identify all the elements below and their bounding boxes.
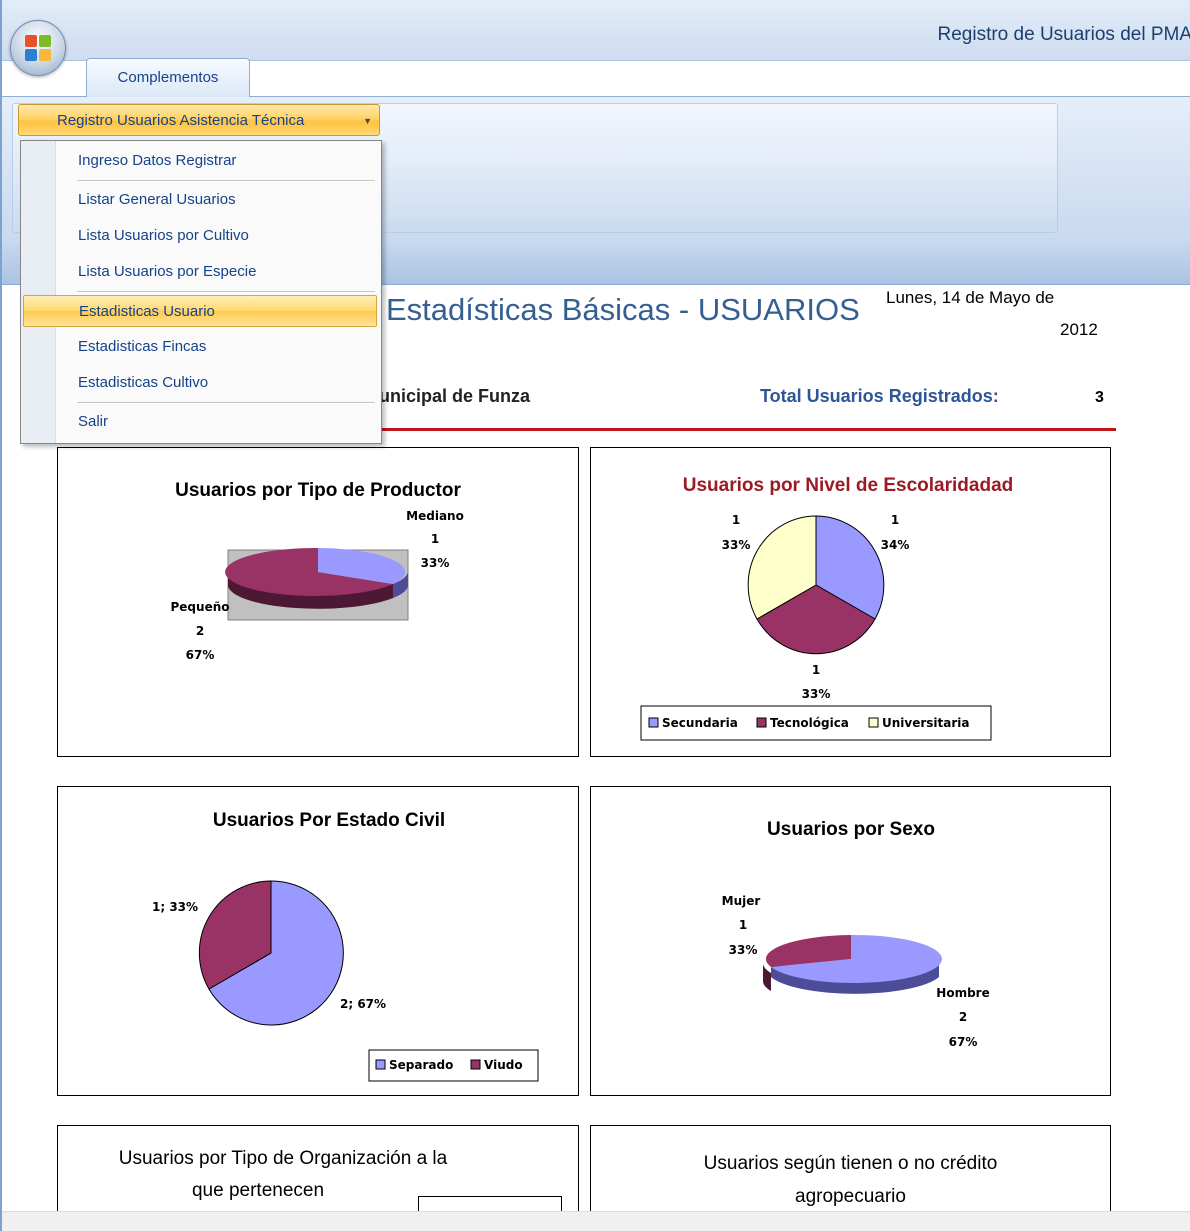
title-bar: Registro de Usuarios del PMA <box>2 0 1190 61</box>
legend-swatch-viudo <box>470 1059 481 1070</box>
label-hombre-value: 2 <box>959 1010 967 1024</box>
legend-secundaria: Secundaria <box>662 716 738 730</box>
legend-separado: Separado <box>389 1058 453 1072</box>
label-mediano-name: Mediano <box>406 509 464 523</box>
label-universitaria-percent: 33% <box>722 538 751 552</box>
menu-item-estadisticas-fincas[interactable]: Estadisticas Fincas <box>23 331 377 363</box>
report-date-line1: Lunes, 14 de Mayo de <box>886 288 1055 307</box>
total-usuarios-label: Total Usuarios Registrados: <box>760 386 999 406</box>
chart-sexo: Usuarios por Sexo Mujer 1 33% Hombre 2 6… <box>590 786 1111 1096</box>
registro-dropdown-button[interactable]: Registro Usuarios Asistencia Técnica ▼ <box>18 104 380 136</box>
chart-tipo-productor: Usuarios por Tipo de Productor Mediano 1… <box>57 447 579 757</box>
label-separado: 2; 67% <box>340 997 386 1011</box>
total-usuarios-value: 3 <box>1095 389 1104 406</box>
dropdown-menu: Ingreso Datos Registrar Listar General U… <box>20 140 382 444</box>
legend-swatch-separado <box>375 1059 386 1070</box>
label-pequeno-value: 2 <box>196 624 204 638</box>
bottom-strip <box>2 1211 1190 1231</box>
legend: Separado Viudo <box>368 1049 539 1082</box>
pie-3d <box>225 547 408 609</box>
chart-title-line2: agropecuario <box>795 1186 906 1207</box>
legend-universitaria: Universitaria <box>882 716 970 730</box>
office-button[interactable] <box>10 20 66 76</box>
chart-estado-civil: Usuarios Por Estado Civil 1; 33% 2; 67% … <box>57 786 579 1096</box>
menu-separator <box>77 180 375 182</box>
tab-complementos[interactable]: Complementos <box>86 58 250 97</box>
label-mujer-name: Mujer <box>722 894 761 908</box>
menu-item-listar-general[interactable]: Listar General Usuarios <box>23 184 377 216</box>
chart-title: Usuarios por Sexo <box>767 819 935 840</box>
office-logo-icon <box>25 35 51 61</box>
app-window: Registro de Usuarios del PMA Complemento… <box>0 0 1190 1231</box>
label-universitaria-value: 1 <box>732 513 740 527</box>
legend-swatch-universitaria <box>868 717 879 728</box>
report-date-line2: 2012 <box>1060 320 1098 339</box>
pie-3d <box>763 934 942 994</box>
pie <box>198 880 344 1026</box>
label-tecnologica-value: 1 <box>812 663 820 677</box>
label-secundaria-value: 1 <box>891 513 899 527</box>
label-pequeno-name: Pequeño <box>171 600 230 614</box>
label-tecnologica-percent: 33% <box>802 687 831 701</box>
label-hombre-name: Hombre <box>936 986 989 1000</box>
menu-item-estadisticas-cultivo[interactable]: Estadisticas Cultivo <box>23 367 377 399</box>
label-mujer-percent: 33% <box>729 943 758 957</box>
legend-viudo: Viudo <box>484 1058 523 1072</box>
pie <box>747 515 885 655</box>
legend-swatch-secundaria <box>648 717 659 728</box>
menu-separator <box>77 291 375 293</box>
report-title: Estadísticas Básicas - USUARIOS <box>386 292 860 327</box>
chart-title-line1: Usuarios según tienen o no crédito <box>703 1153 998 1174</box>
menu-item-lista-especie[interactable]: Lista Usuarios por Especie <box>23 256 377 288</box>
chart-title: Usuarios por Nivel de Escolaridadad <box>683 475 1014 496</box>
chart-title: Usuarios por Tipo de Productor <box>175 480 461 501</box>
menu-item-salir[interactable]: Salir <box>23 406 377 438</box>
legend: Secundaria Tecnológica Universitaria <box>640 705 992 741</box>
menu-item-estadisticas-usuario[interactable]: Estadisticas Usuario <box>23 295 377 327</box>
label-hombre-percent: 67% <box>949 1035 978 1049</box>
menu-separator <box>77 402 375 404</box>
menu-item-lista-cultivo[interactable]: Lista Usuarios por Cultivo <box>23 220 377 252</box>
label-mujer-value: 1 <box>739 918 747 932</box>
label-mediano-value: 1 <box>431 532 439 546</box>
label-viudo: 1; 33% <box>152 900 198 914</box>
header-divider <box>374 428 1116 431</box>
app-title: Registro de Usuarios del PMA <box>937 24 1190 45</box>
slice-mujer-side <box>763 963 771 991</box>
legend-tecnologica: Tecnológica <box>770 716 849 730</box>
chart-title: Usuarios Por Estado Civil <box>213 810 445 831</box>
label-secundaria-percent: 34% <box>881 538 910 552</box>
dropdown-arrow-icon: ▼ <box>363 116 372 126</box>
chart-title-line1: Usuarios por Tipo de Organización a la <box>118 1148 448 1169</box>
label-pequeno-percent: 67% <box>186 648 215 662</box>
dropdown-label: Registro Usuarios Asistencia Técnica <box>57 112 305 129</box>
municipio-label: Iunicipal de Funza <box>374 386 531 406</box>
menu-item-ingreso-datos[interactable]: Ingreso Datos Registrar <box>23 145 377 177</box>
chart-nivel-escolaridad: Usuarios por Nivel de Escolaridadad 1 34… <box>590 447 1111 757</box>
label-mediano-percent: 33% <box>421 556 450 570</box>
legend-swatch-tecnologica <box>756 717 767 728</box>
